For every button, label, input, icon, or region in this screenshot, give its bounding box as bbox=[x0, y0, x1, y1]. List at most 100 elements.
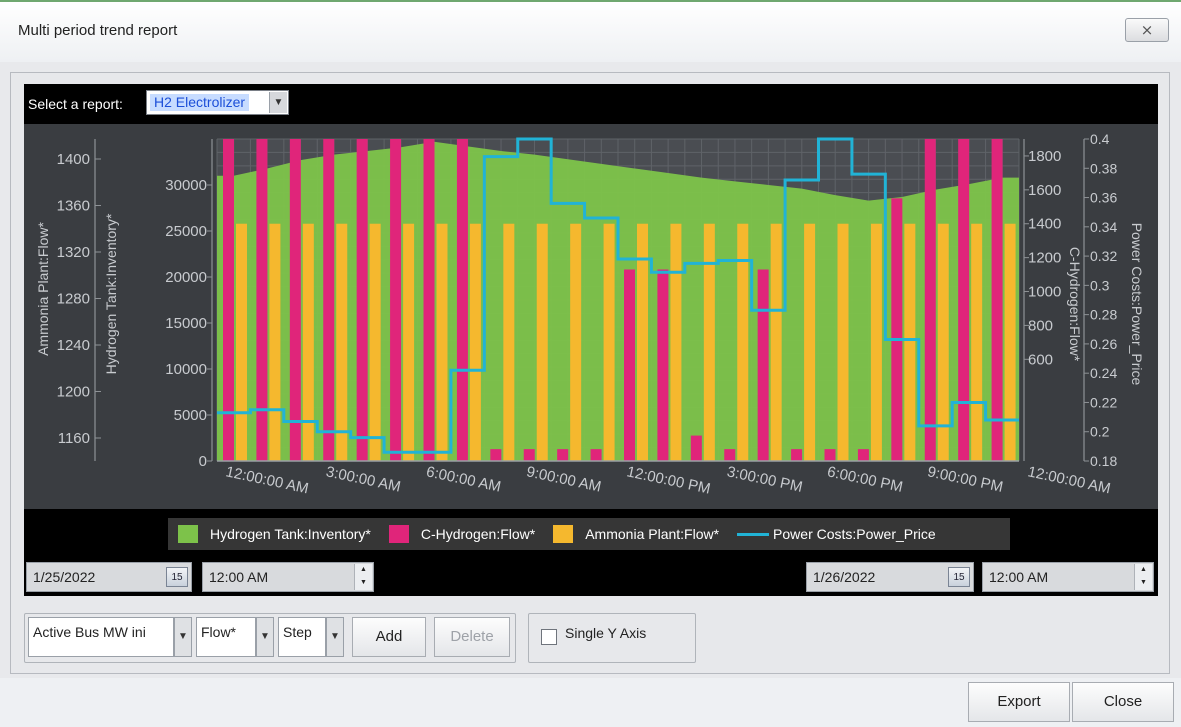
legend-line-power bbox=[737, 532, 770, 536]
ammonia-bar bbox=[436, 223, 448, 461]
delete-button[interactable]: Delete bbox=[434, 617, 510, 657]
spin-down-icon[interactable]: ▼ bbox=[1134, 577, 1152, 590]
hydrogen-tick-label: 30000 bbox=[165, 177, 207, 194]
spin-up-icon[interactable]: ▲ bbox=[1134, 564, 1152, 577]
start-date-field[interactable]: 1/25/2022 15 bbox=[26, 562, 192, 592]
ammonia-tick-label: 1160 bbox=[58, 430, 90, 447]
c-hydrogen-bar bbox=[289, 139, 301, 461]
trend-chart: 1160 1200 1240 1280 1320 1360 1400 Ammonia Plan… bbox=[24, 124, 1158, 509]
hydrogen-tick-label: 10000 bbox=[165, 361, 207, 378]
c-hydrogen-bar bbox=[824, 449, 836, 461]
c-hydrogen-bar bbox=[657, 269, 669, 461]
c-hydrogen-bar bbox=[390, 139, 402, 461]
select-report-label: Select a report: bbox=[28, 96, 123, 112]
chevron-down-icon[interactable]: ▼ bbox=[326, 617, 344, 657]
ammonia-bar bbox=[469, 223, 481, 461]
end-time-value: 12:00 AM bbox=[989, 569, 1049, 585]
calendar-icon[interactable]: 15 bbox=[166, 567, 188, 587]
power-tick-label: 0.26 bbox=[1090, 336, 1117, 352]
ammonia-tick-label: 1240 bbox=[57, 337, 90, 354]
end-time-field[interactable]: 12:00 AM ▲ ▼ bbox=[982, 562, 1154, 592]
end-date-field[interactable]: 1/26/2022 15 bbox=[806, 562, 974, 592]
window-close-button[interactable]: ⨯ bbox=[1125, 18, 1169, 42]
ammonia-tick-label: 1400 bbox=[57, 151, 90, 168]
c-hydrogen-tick-label: 600 bbox=[1028, 351, 1053, 368]
ammonia-bar bbox=[971, 223, 983, 461]
export-button[interactable]: Export bbox=[968, 682, 1070, 722]
legend-label-ammonia: Ammonia Plant:Flow* bbox=[585, 526, 720, 542]
x-tick-label: 9:00:00 AM bbox=[525, 463, 603, 495]
ammonia-tick-label: 1320 bbox=[57, 244, 90, 261]
power-tick-label: 0.4 bbox=[1090, 131, 1110, 147]
c-hydrogen-bar bbox=[256, 139, 268, 461]
power-tick-label: 0.36 bbox=[1090, 190, 1117, 206]
ammonia-bar bbox=[403, 223, 415, 461]
power-tick-label: 0.3 bbox=[1090, 277, 1110, 293]
ammonia-bar bbox=[804, 223, 816, 461]
legend-label-power: Power Costs:Power_Price bbox=[773, 526, 936, 542]
c-hydrogen-axis-title: C-Hydrogen:Flow* bbox=[1067, 247, 1083, 362]
hydrogen-tick-label: 20000 bbox=[165, 269, 207, 286]
c-hydrogen-bar bbox=[590, 449, 602, 461]
spin-up-icon[interactable]: ▲ bbox=[354, 564, 372, 577]
power-tick-label: 0.28 bbox=[1090, 307, 1117, 323]
ammonia-bar bbox=[570, 223, 582, 461]
hydrogen-tick-label: 5000 bbox=[174, 407, 207, 424]
ammonia-bar bbox=[536, 223, 548, 461]
hydrogen-tick-label: 0 bbox=[199, 453, 207, 470]
x-tick-label: 12:00:00 AM bbox=[224, 463, 310, 497]
power-tick-label: 0.34 bbox=[1090, 219, 1117, 235]
add-button[interactable]: Add bbox=[352, 617, 426, 657]
ammonia-tick-label: 1360 bbox=[57, 198, 90, 215]
single-y-axis-checkbox[interactable] bbox=[541, 629, 557, 645]
ammonia-bar bbox=[336, 223, 348, 461]
chevron-down-icon[interactable]: ▼ bbox=[256, 617, 274, 657]
chevron-down-icon[interactable]: ▼ bbox=[174, 617, 192, 657]
x-tick-label: 12:00:00 PM bbox=[625, 463, 712, 497]
c-hydrogen-tick-label: 1200 bbox=[1028, 250, 1061, 267]
c-hydrogen-tick-label: 1400 bbox=[1028, 216, 1061, 233]
legend-label-c-hydrogen: C-Hydrogen:Flow* bbox=[420, 526, 536, 542]
c-hydrogen-bar bbox=[523, 449, 535, 461]
ammonia-bar bbox=[603, 223, 615, 461]
ammonia-bar bbox=[870, 223, 882, 461]
hydrogen-axis-title: Hydrogen Tank:Inventory* bbox=[103, 213, 119, 374]
ammonia-axis-title: Ammonia Plant:Flow* bbox=[35, 222, 51, 356]
ammonia-bar bbox=[369, 223, 381, 461]
c-hydrogen-bar bbox=[423, 139, 435, 461]
report-select[interactable]: H2 Electrolizer ▼ bbox=[146, 90, 289, 115]
x-tick-label: 3:00:00 PM bbox=[725, 463, 804, 496]
start-time-value: 12:00 AM bbox=[209, 569, 269, 585]
power-tick-label: 0.38 bbox=[1090, 160, 1117, 176]
legend-item-ammonia: Ammonia Plant:Flow* bbox=[553, 525, 719, 543]
start-time-field[interactable]: 12:00 AM ▲ ▼ bbox=[202, 562, 374, 592]
hydrogen-tick-label: 15000 bbox=[165, 315, 207, 332]
start-time-spinner[interactable]: ▲ ▼ bbox=[354, 564, 372, 590]
ammonia-bar bbox=[670, 223, 682, 461]
c-hydrogen-tick-label: 1000 bbox=[1028, 284, 1061, 301]
close-button[interactable]: Close bbox=[1072, 682, 1174, 722]
x-tick-label: 3:00:00 AM bbox=[324, 463, 402, 495]
power-tick-label: 0.32 bbox=[1090, 248, 1117, 264]
mode-dropdown[interactable]: Step bbox=[278, 617, 326, 657]
window-titlebar: Multi period trend report ⨯ bbox=[0, 0, 1181, 62]
c-hydrogen-bar bbox=[456, 139, 468, 461]
calendar-icon[interactable]: 15 bbox=[948, 567, 970, 587]
ammonia-bar bbox=[1004, 223, 1016, 461]
measure-dropdown[interactable]: Flow* bbox=[196, 617, 256, 657]
c-hydrogen-bar bbox=[690, 435, 702, 461]
x-tick-label: 9:00:00 PM bbox=[926, 463, 1005, 496]
c-hydrogen-tick-label: 800 bbox=[1028, 317, 1053, 334]
ammonia-tick-label: 1200 bbox=[57, 384, 90, 401]
end-time-spinner[interactable]: ▲ ▼ bbox=[1134, 564, 1152, 590]
bus-dropdown[interactable]: Active Bus MW ini bbox=[28, 617, 174, 657]
c-hydrogen-tick-label: 1600 bbox=[1028, 182, 1061, 199]
legend-swatch-ammonia bbox=[553, 525, 574, 543]
power-tick-label: 0.2 bbox=[1090, 424, 1110, 440]
c-hydrogen-bar bbox=[490, 449, 502, 461]
chevron-down-icon[interactable]: ▼ bbox=[269, 92, 287, 113]
ammonia-tick-label: 1280 bbox=[57, 291, 90, 308]
power-tick-label: 0.18 bbox=[1090, 453, 1117, 469]
spin-down-icon[interactable]: ▼ bbox=[354, 577, 372, 590]
power-tick-label: 0.24 bbox=[1090, 365, 1117, 381]
